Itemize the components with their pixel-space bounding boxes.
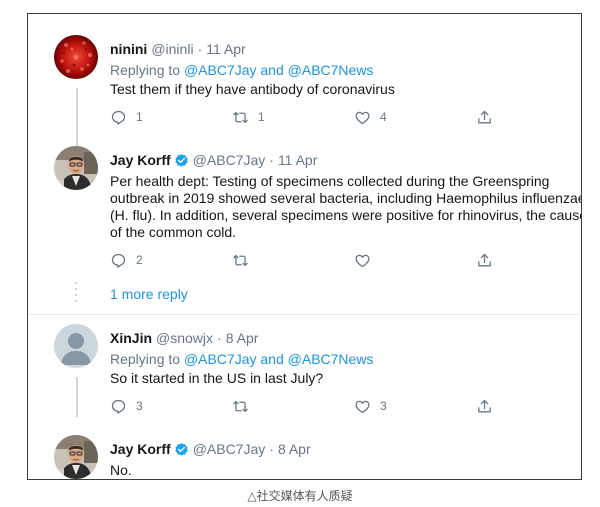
retweet-button[interactable]: [232, 396, 354, 416]
reply-icon: [111, 399, 126, 414]
like-count: 4: [380, 110, 387, 124]
like-icon: [355, 254, 370, 267]
author-handle[interactable]: @ABC7Jay: [193, 441, 266, 457]
tweet-xinjin[interactable]: XinJin @snowjx · 8 Apr Replying to @ABC7…: [28, 315, 581, 426]
image-caption: △社交媒体有人质疑: [247, 489, 353, 503]
share-button[interactable]: [476, 396, 581, 416]
retweet-button[interactable]: [232, 250, 354, 270]
show-more-replies-link[interactable]: 1 more reply: [110, 286, 188, 302]
dot-separator: ·: [269, 152, 274, 168]
avatar[interactable]: [54, 435, 98, 479]
tweet-ninini[interactable]: ninini @ininli · 11 Apr Replying to @ABC…: [28, 26, 582, 148]
like-button[interactable]: [354, 250, 476, 270]
replying-prefix: Replying to: [110, 351, 184, 367]
reply-icon: [111, 253, 126, 268]
tweet-actions: 2: [110, 250, 581, 270]
replying-prefix: Replying to: [110, 62, 184, 78]
share-icon: [478, 110, 491, 123]
tweet-thread-frame: ninini @ininli · 11 Apr Replying to @ABC…: [27, 13, 582, 480]
thread: ninini @ininli · 11 Apr Replying to @ABC…: [28, 26, 582, 479]
tweet-date[interactable]: 11 Apr: [206, 41, 245, 57]
dot-separator: ·: [269, 441, 274, 457]
retweet-button[interactable]: 1: [232, 107, 354, 127]
caret-down-icon[interactable]: [580, 40, 582, 58]
avatar[interactable]: [54, 35, 98, 79]
retweet-icon: [233, 254, 248, 266]
replying-to: Replying to @ABC7Jay and @ABC7News: [110, 350, 581, 369]
author-handle[interactable]: @ininli: [151, 41, 193, 57]
author-handle[interactable]: @snowjx: [156, 330, 213, 346]
replying-to-links[interactable]: @ABC7Jay and @ABC7News: [184, 351, 374, 367]
tweet-jay-korff-2[interactable]: Jay Korff @ABC7Jay · 8 Apr No. 1: [28, 426, 582, 479]
tweet-text: So it started in the US in last July?: [110, 370, 324, 386]
like-count: 3: [380, 399, 387, 413]
share-icon: [478, 253, 491, 266]
like-button[interactable]: 3: [354, 396, 476, 416]
dot-separator: ·: [197, 41, 203, 57]
author-name[interactable]: Jay Korff: [110, 441, 171, 457]
verified-badge-icon: [175, 442, 188, 456]
reply-count: 3: [136, 399, 143, 413]
like-icon: [355, 111, 370, 124]
tweet-actions: 3 3: [110, 396, 581, 416]
replying-to-links[interactable]: @ABC7Jay and @ABC7News: [184, 62, 374, 78]
tweet-text: Test them if they have antibody of coron…: [110, 81, 395, 97]
verified-badge-icon: [175, 153, 188, 167]
tweet-date[interactable]: 8 Apr: [278, 441, 311, 457]
reply-icon: [111, 110, 126, 125]
avatar[interactable]: [54, 324, 98, 368]
tweet-text: Per health dept: Testing of specimens co…: [110, 173, 582, 240]
reply-count: 1: [136, 110, 143, 124]
reply-button[interactable]: 2: [110, 250, 232, 270]
replying-to: Replying to @ABC7Jay and @ABC7News: [110, 61, 581, 80]
share-button[interactable]: [476, 107, 581, 127]
like-button[interactable]: 4: [354, 107, 476, 127]
author-name[interactable]: ninini: [110, 41, 147, 57]
avatar[interactable]: [54, 146, 98, 190]
reply-button[interactable]: 3: [110, 396, 232, 416]
tweet-actions: 1 1 4: [110, 107, 581, 127]
share-button[interactable]: [476, 250, 581, 270]
author-name[interactable]: Jay Korff: [110, 152, 171, 168]
thread-dots: [75, 282, 77, 306]
reply-count: 2: [136, 253, 143, 267]
tweet-jay-korff-1[interactable]: Jay Korff @ABC7Jay · 11 Apr Per health d…: [28, 137, 581, 280]
more-replies-row: 1 more reply: [28, 280, 581, 308]
tweet-date[interactable]: 11 Apr: [278, 152, 317, 168]
caret-down-icon[interactable]: [580, 151, 582, 169]
dot-separator: ·: [217, 330, 222, 346]
like-icon: [355, 400, 370, 413]
author-name[interactable]: XinJin: [110, 330, 152, 346]
retweet-icon: [233, 400, 248, 412]
retweet-count: 1: [258, 110, 265, 124]
tweet-date[interactable]: 8 Apr: [226, 330, 259, 346]
caret-down-icon[interactable]: [580, 329, 582, 347]
share-icon: [478, 399, 491, 412]
retweet-icon: [233, 111, 248, 123]
tweet-text: No.: [110, 462, 132, 478]
caret-down-icon[interactable]: [580, 440, 582, 458]
reply-button[interactable]: 1: [110, 107, 232, 127]
author-handle[interactable]: @ABC7Jay: [193, 152, 266, 168]
